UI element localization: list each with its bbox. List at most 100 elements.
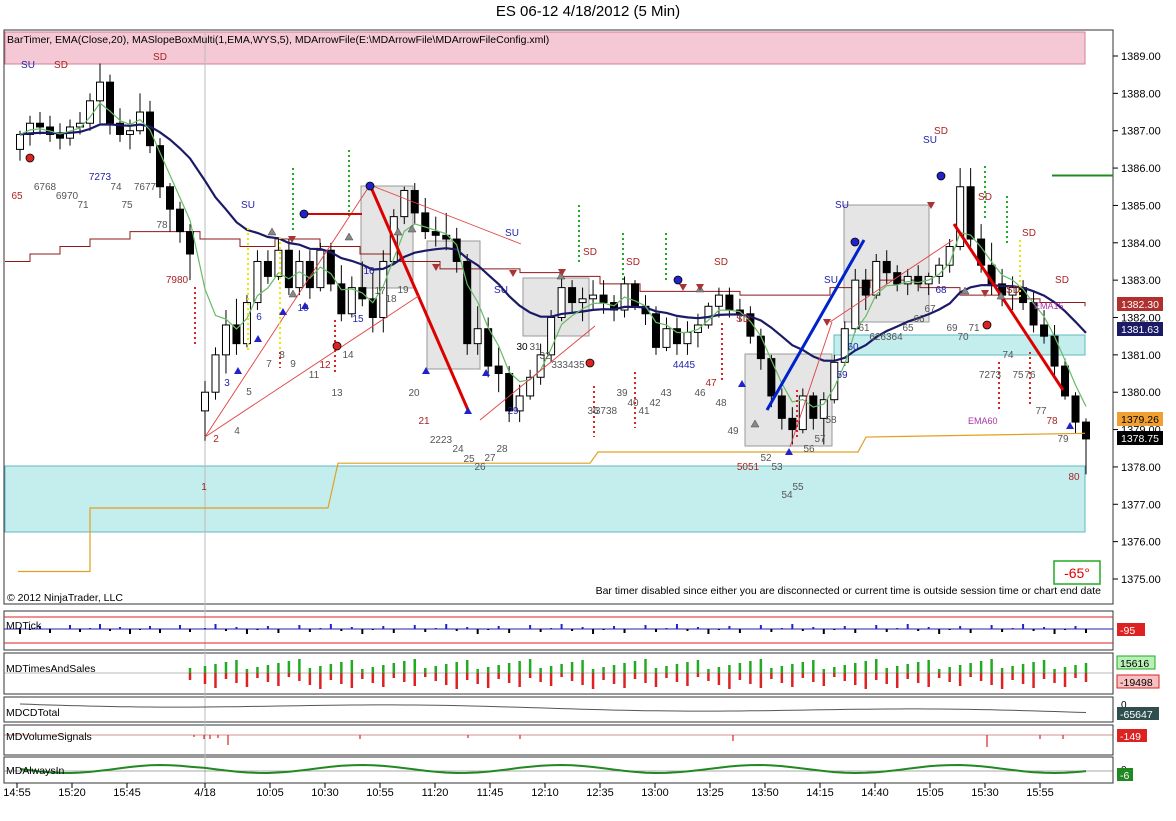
panel-frames [3,29,1114,784]
candle-body [211,354,220,393]
candle-body [725,294,734,311]
gray-triangle [344,232,354,241]
bar-count-label: 39 [616,388,628,399]
bar-count-label: 9 [290,359,296,370]
x-tick-label: 10:30 [311,787,339,799]
price-marker-upper-text: 1382.30 [1121,299,1159,311]
bar-count-label: 17 [374,286,386,297]
x-tick-label: 13:50 [751,787,779,799]
signal-label: SU [494,285,508,296]
x-tick-label: 12:35 [586,787,614,799]
x-tick-label: 14:55 [3,787,31,799]
signal-label: SD [714,257,728,268]
x-axis: 14:55 15:20 15:45 4/18 10:05 10:30 10:55 11:20 1… [3,783,1054,799]
cyan-zone [4,465,1086,533]
x-tick-label: 15:05 [916,787,944,799]
bar-count-label: 68 [935,285,947,296]
volsig-value: -149 [1120,731,1141,743]
candle-body [337,283,346,315]
bar-count-label: 60 [847,342,859,353]
y-tick-label: 1375.00 [1121,574,1161,586]
x-tick-label: 11:20 [422,787,449,799]
signal-label: SD [153,52,167,63]
candle-body [631,283,640,307]
candle-body [166,186,174,210]
bar-count-label: 43 [660,388,672,399]
bar-count-label: 626364 [869,332,903,343]
bar-count-label: 58 [825,415,837,426]
signal-circle [25,153,35,163]
candle-body [578,298,587,304]
price-marker-ema15-text: 1381.63 [1121,324,1159,336]
panel-title-mdalwaysin: MDAlwaysIn [6,765,65,777]
panel-title-mdtick: MDTick [6,620,42,632]
bar-count-label: 12 [319,360,331,371]
bar-count-label: 2223 [430,435,453,446]
y-tick-label: 1383.00 [1121,275,1161,287]
up-triangle [234,367,242,374]
signal-label: SD [736,314,750,325]
bar-count-label: 14 [342,350,354,361]
bar-count-label: 10 [297,303,309,314]
copyright: © 2012 NinjaTrader, LLC [7,592,123,604]
signal-label: SD [1055,275,1069,286]
bar-count-label: 49 [727,426,739,437]
bar-count-label: 7273 [979,370,1002,381]
candle-body [295,260,304,289]
candle-body [756,335,765,360]
candle-body [176,208,184,233]
candle-body [777,395,786,419]
candle-body [788,417,797,431]
bar-count-label: 75 [121,200,133,211]
candle-body [683,331,692,345]
bar-count-label: 6 [256,312,262,323]
x-tick-label: 14:40 [861,787,889,799]
x-tick-label: 13:25 [696,787,724,799]
x-tick-label: 11:45 [477,787,504,799]
bar-count-label: 66 [913,314,925,325]
up-triangle [464,407,472,414]
bar-count-label: 41 [638,406,650,417]
bar-count-label: 48 [715,398,727,409]
bar-count-label: 15 [352,314,364,325]
down-triangle [679,284,687,291]
cdtotal-value: -65647 [1120,709,1153,721]
candle-body [662,328,671,348]
candle-body [714,294,723,307]
x-tick-label: 14:15 [806,787,834,799]
bar-count-label: 74 [1002,350,1014,361]
x-tick-label: 12:10 [531,787,559,799]
candle-body [431,231,440,236]
bar-count-label: 47 [705,378,717,389]
x-tick-label: 15:55 [1026,787,1054,799]
alwaysin-line [19,763,1087,775]
signal-label: SD [1022,228,1036,239]
candle-body [1071,395,1080,423]
bar-count-label: 78 [156,220,168,231]
candle-body [1082,421,1090,440]
bar-count-label: 4445 [673,360,696,371]
bar-count-label: 57 [814,434,826,445]
bar-count-label: 19 [397,285,409,296]
down-triangle [509,270,517,277]
sub-panels [4,616,1113,775]
ts-sell-value: -19498 [1120,677,1153,689]
bar-count-label: 28 [496,444,508,455]
y-tick-label: 1385.00 [1121,200,1161,212]
candle-body [1061,365,1070,397]
bar-count-label: 77 [1035,406,1047,417]
ema60-label: EMA60 [968,416,998,426]
signal-label: SU [21,60,35,71]
down-triangle [981,290,989,297]
bar-count-label: 3 [224,378,230,389]
slope-box [744,353,833,447]
panel-title-mdcdtotal: MDCDTotal [6,707,60,719]
candle-body [284,249,293,289]
bar-count-label: 8 [279,350,285,361]
x-tick-label: 10:05 [256,787,284,799]
candle-body [473,328,482,345]
up-triangle [482,369,490,376]
candle-body [201,391,209,412]
bar-count-label: 80 [1068,472,1080,483]
ema15-label: EMA15 [1034,301,1064,311]
